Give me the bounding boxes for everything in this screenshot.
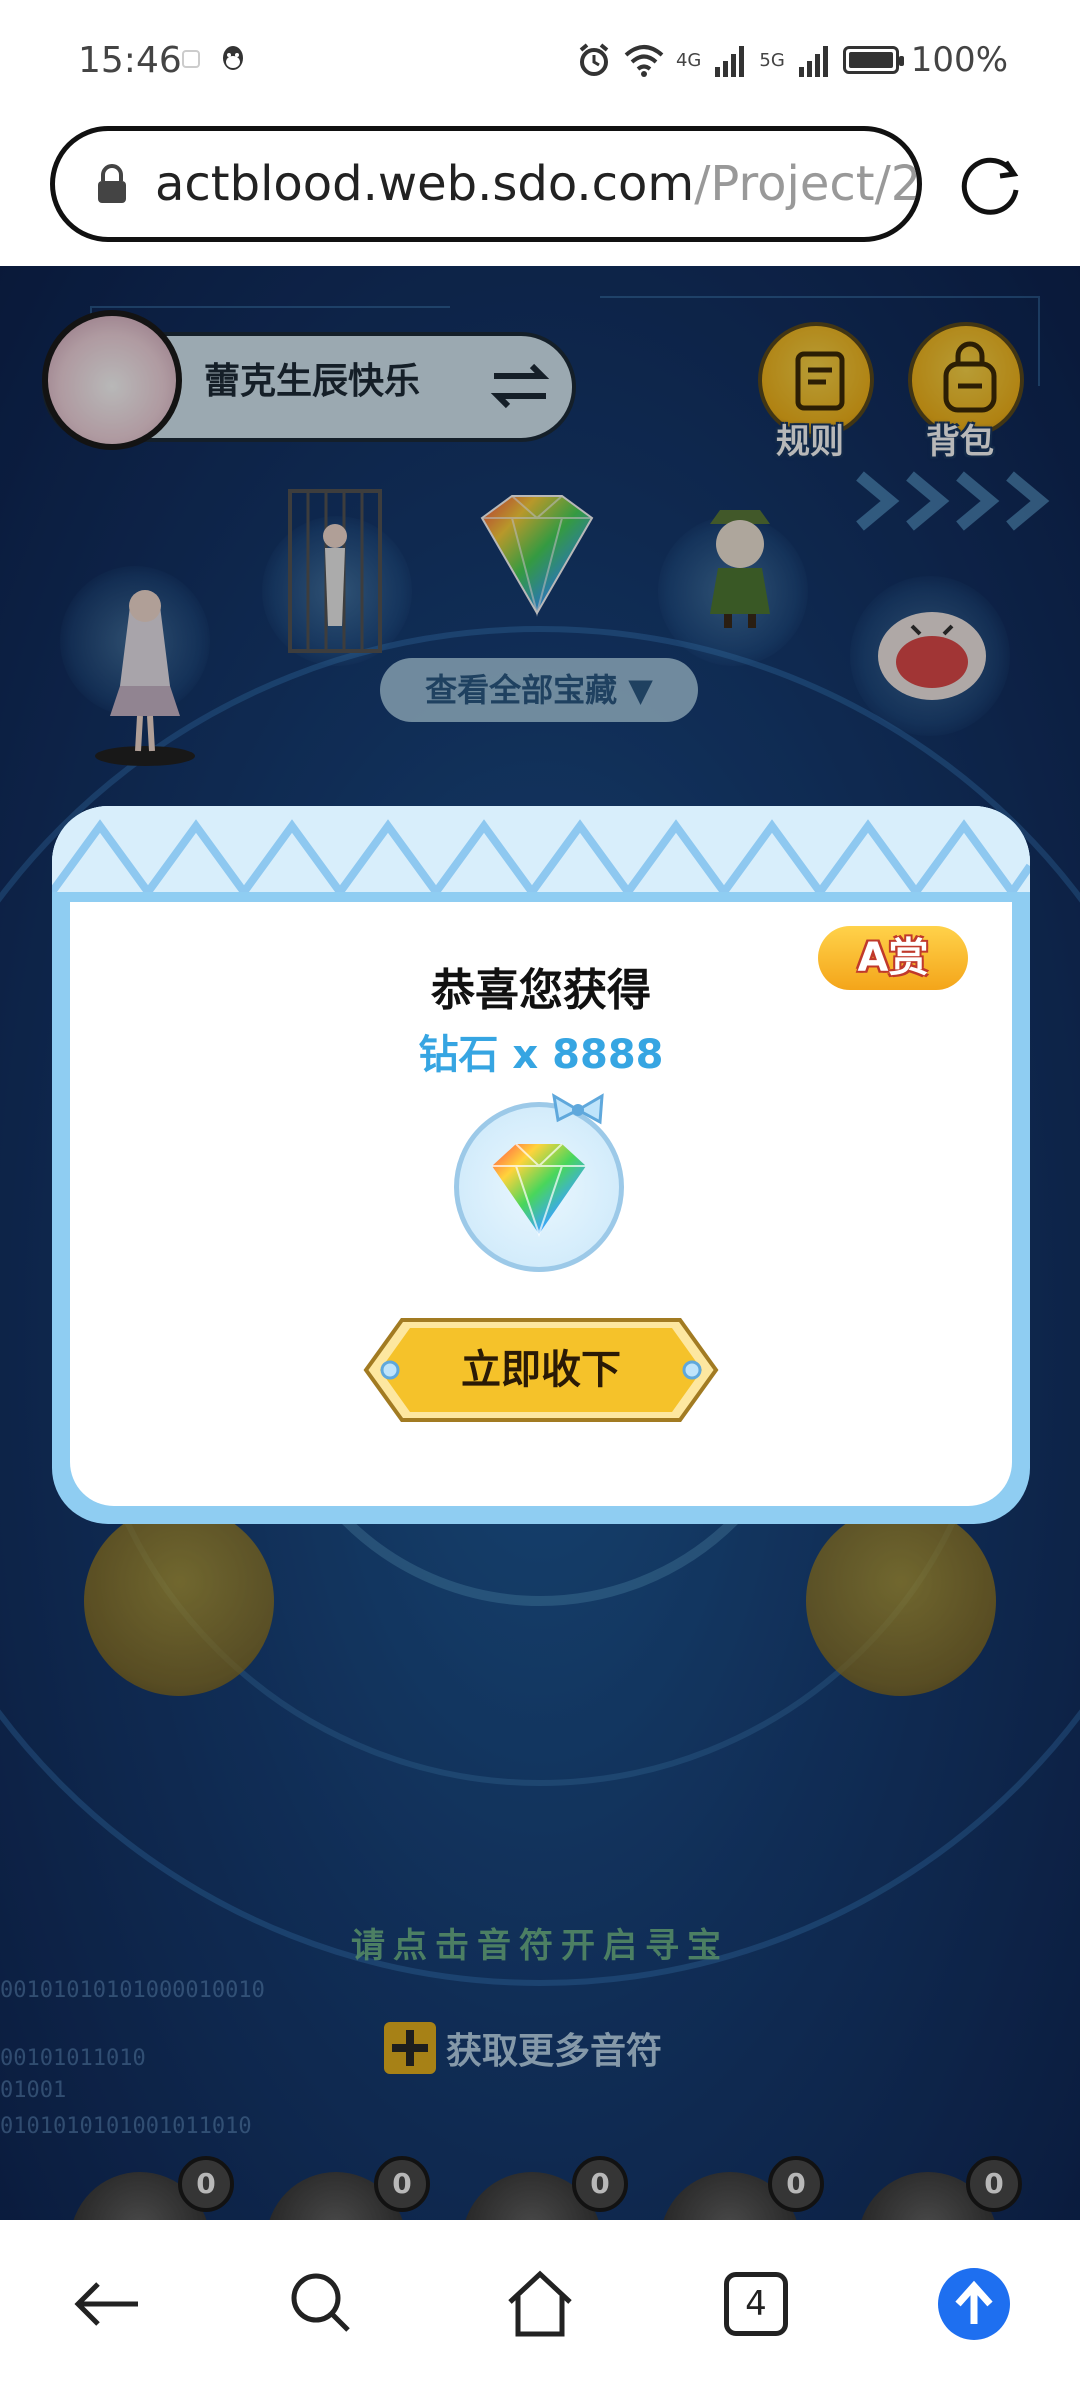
address-bar[interactable]: actblood.web.sdo.com/Project/2 <box>50 126 922 242</box>
qq-icon <box>223 46 243 70</box>
browser-toolbar: actblood.web.sdo.com/Project/2 <box>0 120 1080 266</box>
upload-arrow-icon[interactable] <box>934 2264 1014 2344</box>
diamond-icon <box>492 1143 586 1238</box>
zigzag-decoration <box>52 806 1030 902</box>
tab-count: 4 <box>724 2272 788 2336</box>
network-4g-label: 4G <box>675 49 702 71</box>
url-path: /Project/2 <box>694 156 922 212</box>
wifi-icon <box>624 45 664 77</box>
back-arrow-icon[interactable] <box>68 2264 148 2344</box>
dialog-header-band <box>52 806 1030 902</box>
browser-bottom-nav: 4 <box>0 2220 1080 2388</box>
notification-dot-icon <box>182 50 200 68</box>
network-5g-label: 5G <box>759 49 785 71</box>
reward-dialog: 恭喜您获得 钻石 x 8888 A赏 立即收下 <box>52 806 1030 1524</box>
signal-icon-2 <box>798 46 828 77</box>
battery-icon <box>842 46 904 74</box>
lock-icon <box>98 164 126 203</box>
prize-text: 钻石 x 8888 <box>418 1032 664 1078</box>
status-icons: 4G 5G 100% <box>576 40 1008 80</box>
reload-icon[interactable] <box>956 148 1028 220</box>
battery-level: 100% <box>910 40 1008 80</box>
tabs-button[interactable]: 4 <box>724 2272 804 2352</box>
search-icon[interactable] <box>282 2264 362 2344</box>
grade-badge: A赏 <box>818 926 968 990</box>
home-icon[interactable] <box>500 2264 580 2344</box>
url-host: actblood.web.sdo.com <box>155 156 695 212</box>
status-bar: 15:46 4G 5G 100% <box>0 0 1080 120</box>
status-time: 15:46 <box>78 40 182 81</box>
accept-button-label: 立即收下 <box>461 1347 621 1393</box>
alarm-icon <box>579 43 609 76</box>
signal-icon <box>715 46 745 77</box>
